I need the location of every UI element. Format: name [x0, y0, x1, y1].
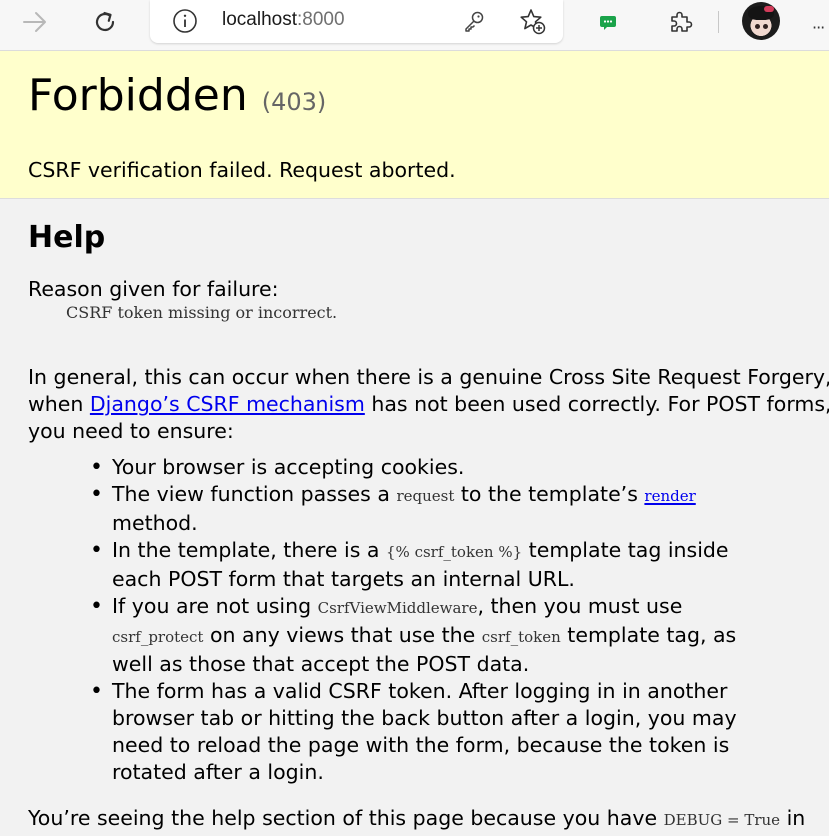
- list-item-text: rotated after a login.: [112, 760, 324, 784]
- address-bar[interactable]: localhost:8000: [150, 0, 563, 43]
- list-item-text: If you are not using: [112, 594, 318, 618]
- debug-notice: You’re seeing the help section of this p…: [28, 805, 805, 834]
- list-item-line: The view function passes a request to th…: [112, 481, 737, 510]
- extensions-button[interactable]: [662, 4, 698, 40]
- chat-extension-icon: [600, 16, 616, 30]
- url-host: localhost: [222, 9, 297, 30]
- debug-notice-suffix: in: [780, 806, 806, 830]
- general-line-3: you need to ensure:: [28, 419, 234, 443]
- list-item: The view function passes a request to th…: [90, 481, 737, 537]
- puzzle-icon: [671, 11, 693, 32]
- debug-notice-text: You’re seeing the help section of this p…: [28, 806, 664, 830]
- list-item-text: , then you must use: [477, 594, 683, 618]
- browser-toolbar: localhost:8000 ···: [0, 0, 829, 51]
- reload-button[interactable]: [87, 4, 123, 40]
- csrf-token-code: csrf_token: [481, 628, 561, 646]
- list-item-line: If you are not using CsrfViewMiddleware,…: [112, 593, 737, 622]
- general-line-2-prefix: when: [28, 392, 90, 416]
- url-text[interactable]: localhost:8000: [222, 8, 345, 32]
- help-heading: Help: [28, 220, 106, 255]
- requirements-list: Your browser is accepting cookies. The v…: [90, 454, 737, 786]
- csrf-token-tag-code: {% csrf_token %}: [386, 543, 523, 561]
- list-item-text: In the template, there is a: [112, 538, 387, 562]
- arrow-right-icon: [23, 12, 46, 32]
- general-line-2: when Django’s CSRF mechanism has not bee…: [28, 391, 829, 418]
- render-code: render: [644, 487, 696, 505]
- password-key-button[interactable]: [459, 6, 489, 36]
- csrf-protect-code: csrf_protect: [112, 628, 204, 646]
- list-item-text: browser tab or hitting the back button a…: [112, 706, 737, 730]
- reason-label: Reason given for failure:: [28, 277, 279, 301]
- list-item-text: Your browser is accepting cookies.: [112, 455, 465, 479]
- list-item-text: template tag inside: [522, 538, 729, 562]
- chat-extension-button[interactable]: [590, 4, 626, 40]
- forward-button[interactable]: [17, 4, 53, 40]
- list-item: In the template, there is a {% csrf_toke…: [90, 537, 737, 593]
- info-icon: [173, 9, 197, 33]
- list-item: The form has a valid CSRF token. After l…: [90, 678, 737, 786]
- debug-setting-code: DEBUG = True: [663, 811, 781, 829]
- status-code: (403): [261, 88, 327, 116]
- page-title: Forbidden (403): [28, 70, 326, 128]
- list-item-line: csrf_protect on any views that use the c…: [112, 622, 737, 651]
- profile-avatar[interactable]: [742, 2, 780, 40]
- list-item-text: well as those that accept the POST data.: [112, 652, 530, 676]
- render-docs-link[interactable]: render: [644, 482, 695, 506]
- list-item-text: The view function passes a: [112, 482, 397, 506]
- general-line-1: In general, this can occur when there is…: [28, 365, 829, 389]
- url-port: :8000: [297, 9, 345, 30]
- list-item-text: method.: [112, 511, 198, 535]
- add-favorite-button[interactable]: [517, 6, 547, 36]
- django-csrf-docs-link[interactable]: Django’s CSRF mechanism: [90, 392, 365, 416]
- list-item-text: need to reload the page with the form, b…: [112, 733, 730, 757]
- page-title-text: Forbidden: [28, 70, 248, 121]
- site-info-button[interactable]: [170, 6, 200, 36]
- request-code: request: [396, 487, 455, 505]
- more-options-icon[interactable]: ···: [812, 18, 825, 37]
- general-line-2-suffix: has not been used correctly. For POST fo…: [364, 392, 829, 416]
- list-item-text: to the template’s: [454, 482, 645, 506]
- key-icon: [465, 11, 484, 32]
- list-item-text: template tag, as: [560, 623, 737, 647]
- star-add-icon: [520, 9, 546, 35]
- error-message: CSRF verification failed. Request aborte…: [28, 158, 456, 182]
- general-explanation: In general, this can occur when there is…: [28, 364, 829, 445]
- reason-value: CSRF token missing or incorrect.: [66, 303, 338, 322]
- list-item-line: In the template, there is a {% csrf_toke…: [112, 537, 737, 566]
- list-item-text: each POST form that targets an internal …: [112, 567, 575, 591]
- list-item: If you are not using CsrfViewMiddleware,…: [90, 593, 737, 678]
- list-item: Your browser is accepting cookies.: [90, 454, 737, 481]
- toolbar-divider: [718, 11, 719, 33]
- list-item-text: on any views that use the: [203, 623, 482, 647]
- middleware-code: CsrfViewMiddleware: [317, 599, 478, 617]
- refresh-icon: [95, 11, 115, 32]
- list-item-text: The form has a valid CSRF token. After l…: [112, 679, 728, 703]
